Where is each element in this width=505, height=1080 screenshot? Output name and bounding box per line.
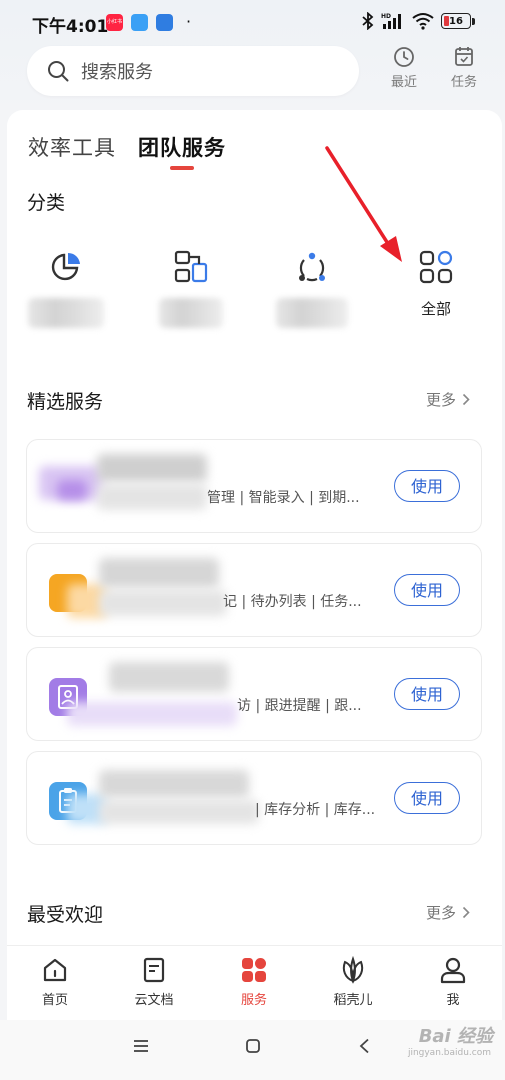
more-label: 更多 [426,904,457,922]
battery-indicator: 16 [441,13,471,29]
service-description: 记 | 待办列表 | 任务... [223,594,362,610]
category-item-3[interactable] [272,250,352,328]
baidu-watermark-url: jingyan.baidu.com [407,1048,491,1058]
service-card-3[interactable]: 访 | 跟进提醒 | 跟... 使用 [26,647,482,741]
category-item-all[interactable]: 全部 [396,250,476,319]
bluetooth-app-icon [156,14,173,31]
service-title-blurred [109,662,229,692]
category-label-blurred [28,298,104,328]
nav-docer[interactable]: 稻壳儿 [318,956,388,1008]
popular-section-title: 最受欢迎 [27,904,104,926]
person-icon [440,957,466,984]
clock-icon [394,47,414,67]
recent-button[interactable]: 最近 [384,46,424,90]
nav-label: 服务 [240,993,267,1008]
chevron-right-icon [462,393,470,406]
nav-services[interactable]: 服务 [219,956,289,1008]
nav-label: 首页 [41,993,68,1008]
back-icon[interactable] [358,1038,370,1054]
category-section-title: 分类 [27,192,66,214]
category-item-2[interactable] [151,250,231,328]
featured-more-link[interactable]: 更多 [426,389,470,410]
nav-label: 我 [446,993,460,1008]
search-icon [48,61,69,82]
use-button[interactable]: 使用 [394,574,460,606]
apps-grid-icon [242,958,266,982]
service-title-blurred [99,558,219,588]
service-title-blurred [97,454,207,482]
svg-text:HD: HD [381,13,391,20]
nav-home[interactable]: 首页 [20,956,90,1008]
use-button[interactable]: 使用 [394,782,460,814]
task-label: 任务 [450,75,477,90]
category-item-1[interactable] [26,250,106,328]
home-square-icon[interactable] [245,1038,261,1054]
service-card-2[interactable]: 记 | 待办列表 | 任务... 使用 [26,543,482,637]
active-tab-indicator [170,166,194,170]
menu-icon[interactable] [133,1038,149,1054]
category-label-blurred [276,298,348,328]
pie-chart-icon [51,252,80,281]
service-title-blurred [99,770,249,798]
recent-label: 最近 [390,75,417,90]
grid-apps-icon [419,250,453,284]
search-placeholder: 搜索服务 [81,62,153,83]
xiaohongshu-app-icon: 小红书 [106,14,123,31]
bottom-navigation: 首页 云文档 服务 稻壳儿 我 [7,945,502,1020]
category-label-all: 全部 [420,300,451,318]
popular-more-link[interactable]: 更多 [426,902,470,923]
home-icon [43,958,67,982]
calendar-task-icon [455,47,473,66]
use-button[interactable]: 使用 [394,470,460,502]
featured-section-title: 精选服务 [27,391,104,413]
category-label-blurred [159,298,223,328]
service-card-4[interactable]: | 库存分析 | 库存... 使用 [26,751,482,845]
tab-team-services[interactable]: 团队服务 [138,132,226,162]
tab-efficiency-tools[interactable]: 效率工具 [28,132,116,162]
wifi-icon [412,13,434,30]
nav-label: 云文档 [134,993,174,1008]
more-label: 更多 [426,391,457,409]
nav-cloud-docs[interactable]: 云文档 [119,956,189,1008]
service-description: | 库存分析 | 库存... [255,802,376,818]
search-input[interactable]: 搜索服务 [27,46,359,96]
service-card-1[interactable]: 管理 | 智能录入 | 到期... 使用 [26,439,482,533]
chevron-right-icon [462,906,470,919]
circle-nodes-icon [299,252,325,282]
notification-dot: · [186,12,192,31]
document-icon [143,957,165,983]
service-description: 访 | 跟进提醒 | 跟... [237,698,362,714]
status-bar: 下午4:01 小红书 · HD 16 [0,0,505,42]
status-time: 下午4:01 [32,17,109,37]
signal-icon: HD [381,13,401,29]
use-button[interactable]: 使用 [394,678,460,710]
service-description: 管理 | 智能录入 | 到期... [207,490,360,506]
flow-chart-icon [174,250,208,283]
nav-me[interactable]: 我 [418,956,488,1008]
main-content-card: 效率工具 团队服务 分类 全部 精选服务 更多 管理 | 智能录入 | 到期..… [7,110,502,945]
leaf-icon [342,956,364,984]
nav-label: 稻壳儿 [333,993,373,1008]
bluetooth-icon [362,12,374,30]
message-app-icon [131,14,148,31]
task-button[interactable]: 任务 [444,46,484,90]
baidu-watermark: Bai 经验 [418,1026,493,1047]
